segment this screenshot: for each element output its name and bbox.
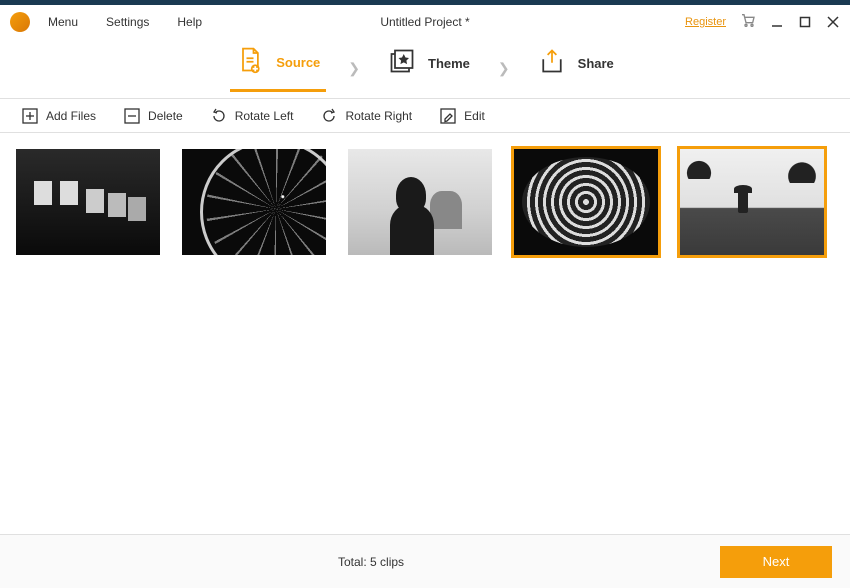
- clip-count: Total: 5 clips: [338, 555, 404, 569]
- close-icon[interactable]: [826, 15, 840, 29]
- cart-icon[interactable]: [740, 12, 756, 33]
- rotate-right-label: Rotate Right: [345, 109, 412, 123]
- step-nav: Source ❯ Theme ❯ Share: [0, 39, 850, 99]
- rotate-right-button[interactable]: Rotate Right: [321, 108, 412, 124]
- register-link[interactable]: Register: [685, 16, 726, 28]
- delete-button[interactable]: Delete: [124, 108, 183, 124]
- gallery: [0, 133, 850, 534]
- help-button[interactable]: Help: [177, 15, 202, 29]
- add-files-button[interactable]: Add Files: [22, 108, 96, 124]
- project-title: Untitled Project *: [380, 15, 469, 29]
- rotate-left-label: Rotate Left: [235, 109, 294, 123]
- minimize-icon[interactable]: [770, 15, 784, 29]
- document-plus-icon: [236, 46, 264, 79]
- settings-button[interactable]: Settings: [106, 15, 149, 29]
- step-theme-label: Theme: [428, 56, 470, 71]
- step-share-label: Share: [578, 56, 614, 71]
- menu-button[interactable]: Menu: [48, 15, 78, 29]
- step-theme[interactable]: Theme: [382, 47, 476, 90]
- delete-label: Delete: [148, 109, 183, 123]
- menubar: Menu Settings Help Untitled Project * Re…: [0, 5, 850, 39]
- app-icon: [10, 12, 30, 32]
- edit-button[interactable]: Edit: [440, 108, 485, 124]
- thumbnail[interactable]: [680, 149, 824, 255]
- chevron-right-icon: ❯: [348, 60, 360, 77]
- step-source-label: Source: [276, 55, 320, 70]
- add-files-label: Add Files: [46, 109, 96, 123]
- next-button[interactable]: Next: [720, 546, 832, 578]
- toolbar: Add Files Delete Rotate Left Rotate Righ…: [0, 99, 850, 133]
- thumbnail[interactable]: [348, 149, 492, 255]
- thumbnail[interactable]: [16, 149, 160, 255]
- step-share[interactable]: Share: [532, 47, 620, 90]
- rotate-left-button[interactable]: Rotate Left: [211, 108, 294, 124]
- theme-icon: [388, 47, 416, 80]
- thumbnail[interactable]: [514, 149, 658, 255]
- footer: Total: 5 clips Next: [0, 534, 850, 588]
- thumbnail[interactable]: [182, 149, 326, 255]
- share-icon: [538, 47, 566, 80]
- step-source[interactable]: Source: [230, 46, 326, 92]
- maximize-icon[interactable]: [798, 15, 812, 29]
- edit-label: Edit: [464, 109, 485, 123]
- chevron-right-icon: ❯: [498, 60, 510, 77]
